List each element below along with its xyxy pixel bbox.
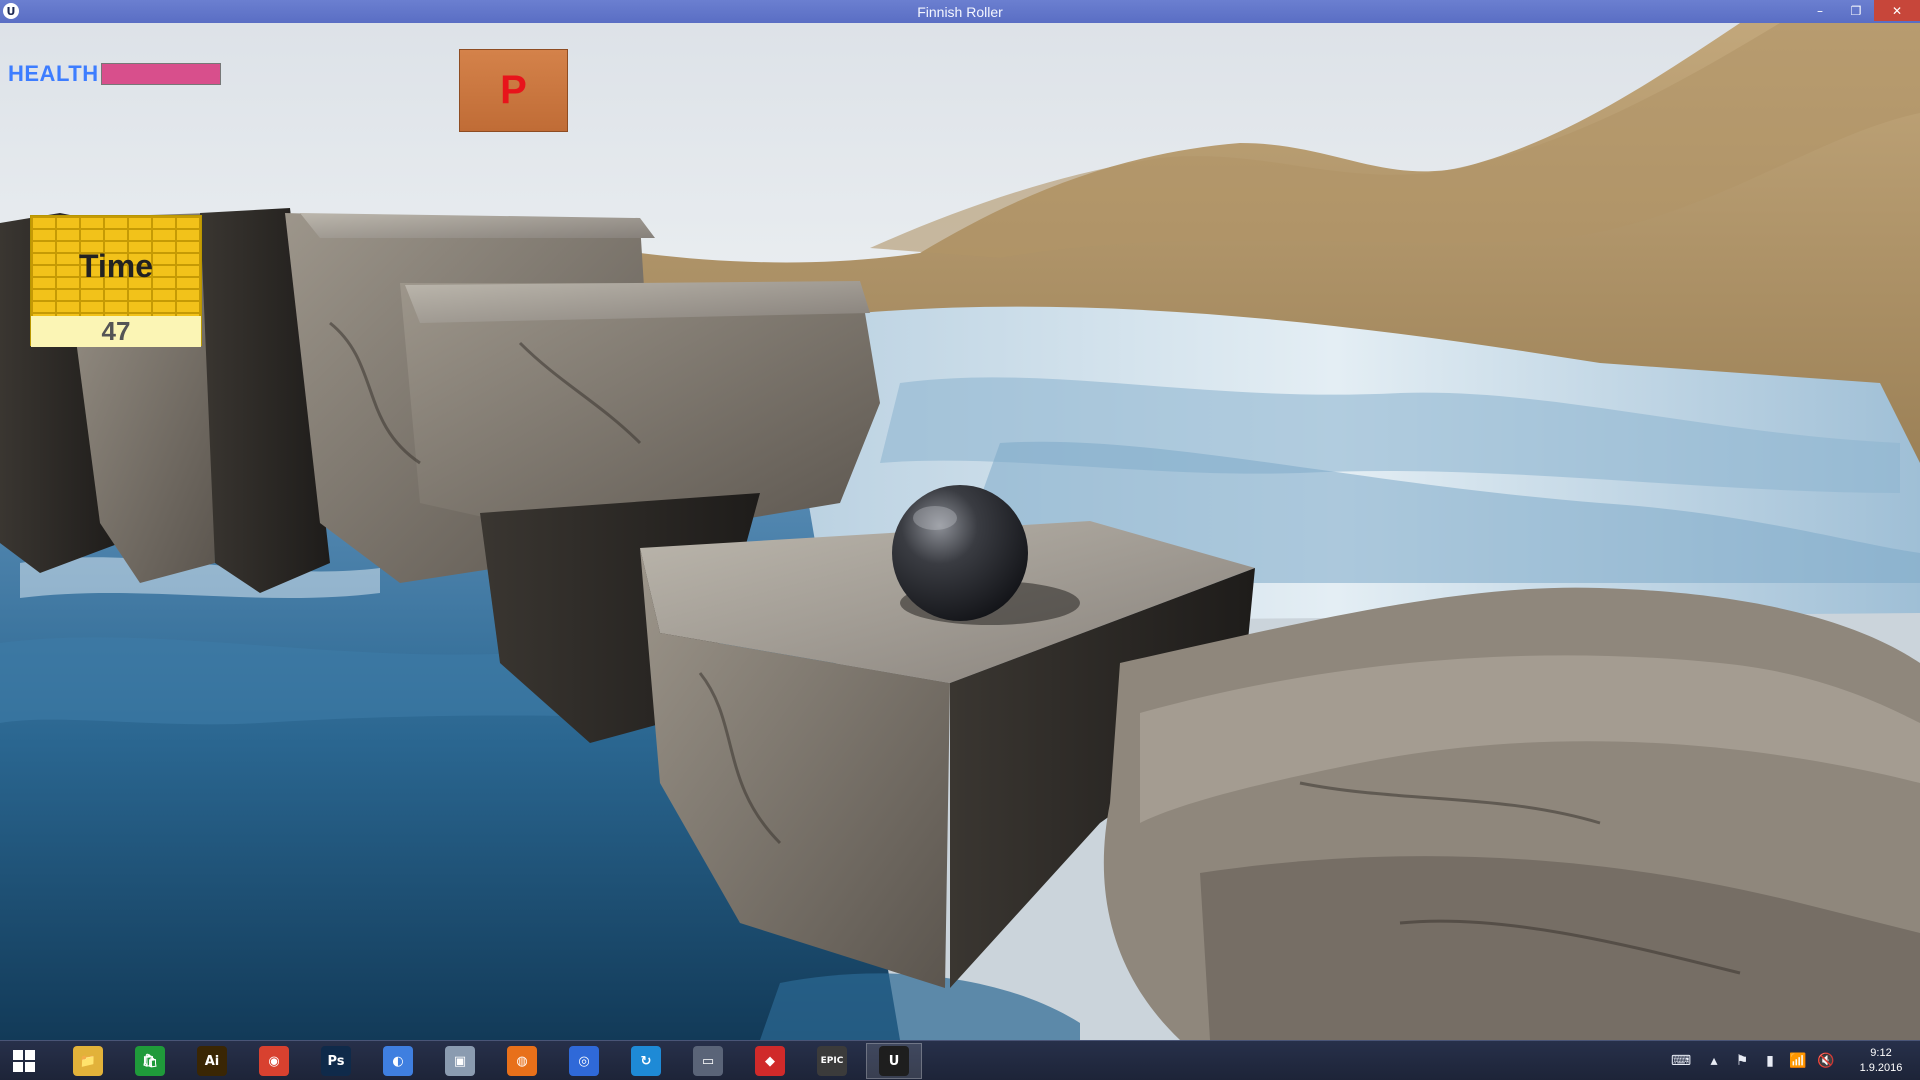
unreal-engine-icon: U (879, 1046, 909, 1076)
timer-value: 47 (31, 316, 201, 347)
battery-icon[interactable]: ▮ (1758, 1049, 1782, 1073)
taskbar-button-firefox[interactable]: ◍ (494, 1043, 550, 1079)
taskbar-button-adobe-illustrator[interactable]: Ai (184, 1043, 240, 1079)
image-viewer-icon: ▣ (445, 1046, 475, 1076)
game-viewport[interactable]: HEALTH P Time 47 (0, 23, 1920, 1040)
chat-app-icon: ◐ (383, 1046, 413, 1076)
close-button[interactable]: ✕ (1874, 0, 1920, 21)
taskbar-button-image-viewer[interactable]: ▣ (432, 1043, 488, 1079)
taskbar: 📁 🛍 Ai ◉ Ps ◐ ▣ ◍ ◎ ↻ ▭ ◆ EPIC U ⌨ ▴ ⚑ ▮ 📶 🔇 9:12 1.9.2016 (0, 1040, 1920, 1080)
action-center-flag-icon[interactable]: ⚑ (1730, 1049, 1754, 1073)
firefox-icon: ◍ (507, 1046, 537, 1076)
health-bar-fill (101, 64, 220, 84)
health-bar (100, 63, 221, 85)
clock[interactable]: 9:12 1.9.2016 (1850, 1046, 1912, 1076)
laptop-icon: ▭ (693, 1046, 723, 1076)
taskbar-button-game-app[interactable]: ◆ (742, 1043, 798, 1079)
taskbar-button-chrome[interactable]: ◉ (246, 1043, 302, 1079)
minimize-button[interactable]: – (1802, 0, 1838, 21)
taskbar-button-photoshop[interactable]: Ps (308, 1043, 364, 1079)
game-scene (0, 23, 1920, 1040)
tray-icons: ⌨ ▴ ⚑ ▮ 📶 🔇 (1664, 1049, 1842, 1073)
unreal-engine-icon[interactable]: U (3, 3, 19, 19)
taskbar-button-epic-games-launcher[interactable]: EPIC (804, 1043, 860, 1079)
volume-muted-icon[interactable]: 🔇 (1814, 1049, 1838, 1073)
chrome-icon: ◉ (259, 1046, 289, 1076)
update-app-icon: ↻ (631, 1046, 661, 1076)
health-hud: HEALTH (8, 61, 221, 87)
file-explorer-icon: 📁 (73, 1046, 103, 1076)
health-label: HEALTH (8, 61, 99, 86)
windows-store-icon: 🛍 (135, 1046, 165, 1076)
touch-keyboard-icon[interactable]: ⌨ (1664, 1049, 1698, 1073)
taskbar-button-laptop[interactable]: ▭ (680, 1043, 736, 1079)
epic-games-launcher-icon: EPIC (817, 1046, 847, 1076)
show-hidden-icons-icon[interactable]: ▴ (1702, 1049, 1726, 1073)
taskbar-button-screen-capture[interactable]: ◎ (556, 1043, 612, 1079)
taskbar-button-unreal-engine[interactable]: U (866, 1043, 922, 1079)
start-button[interactable] (0, 1041, 48, 1080)
restore-button[interactable]: ❐ (1838, 0, 1874, 21)
taskbar-apps: 📁 🛍 Ai ◉ Ps ◐ ▣ ◍ ◎ ↻ ▭ ◆ EPIC U (60, 1043, 928, 1079)
taskbar-button-update-app[interactable]: ↻ (618, 1043, 674, 1079)
screen-capture-icon: ◎ (569, 1046, 599, 1076)
timer-label: Time (31, 216, 201, 316)
timer-panel: Time 47 (30, 215, 202, 347)
taskbar-button-file-explorer[interactable]: 📁 (60, 1043, 116, 1079)
pause-button[interactable]: P (459, 49, 568, 132)
game-app-icon: ◆ (755, 1046, 785, 1076)
window-controls: – ❐ ✕ (1802, 0, 1920, 23)
taskbar-button-windows-store[interactable]: 🛍 (122, 1043, 178, 1079)
game-window: U Finnish Roller – ❐ ✕ HEALTH P Time 47 … (0, 0, 1920, 1080)
taskbar-button-chat-app[interactable]: ◐ (370, 1043, 426, 1079)
clock-date: 1.9.2016 (1859, 1062, 1903, 1074)
clock-time: 9:12 (1870, 1047, 1892, 1059)
network-signal-icon[interactable]: 📶 (1786, 1049, 1810, 1073)
system-tray: ⌨ ▴ ⚑ ▮ 📶 🔇 9:12 1.9.2016 (1664, 1041, 1912, 1080)
window-title: Finnish Roller (917, 3, 1003, 20)
title-bar[interactable]: U Finnish Roller – ❐ ✕ (0, 0, 1920, 23)
photoshop-icon: Ps (321, 1046, 351, 1076)
windows-logo-icon (13, 1050, 35, 1072)
adobe-illustrator-icon: Ai (197, 1046, 227, 1076)
